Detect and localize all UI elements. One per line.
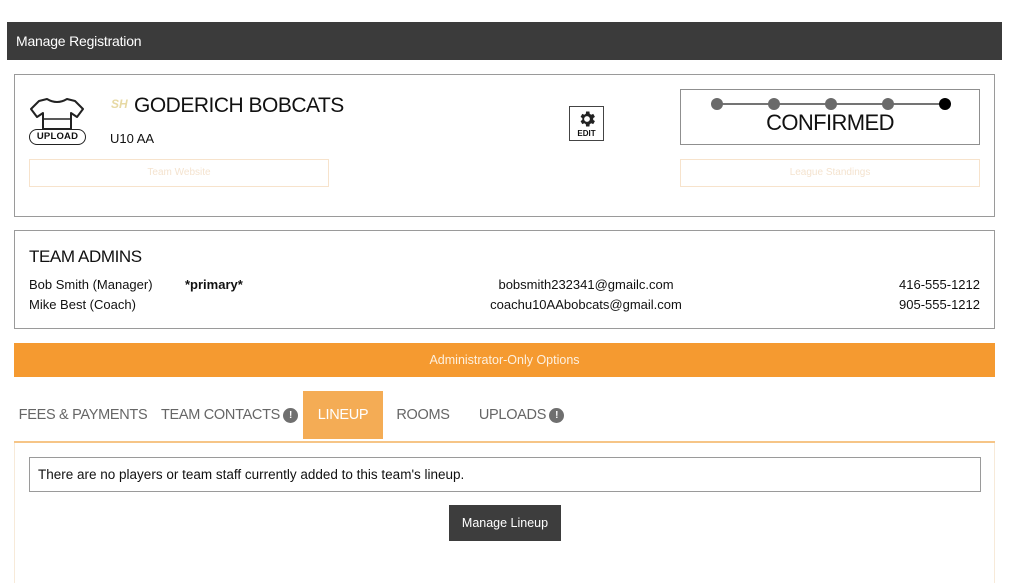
- tab-team-contacts[interactable]: TEAM CONTACTS !: [159, 391, 300, 439]
- lineup-panel: There are no players or team staff curre…: [14, 443, 995, 583]
- lineup-empty-message: There are no players or team staff curre…: [29, 457, 981, 492]
- primary-badge: *primary*: [185, 277, 243, 292]
- admin-options-label: Administrator-Only Options: [429, 353, 580, 367]
- page-header: Manage Registration: [7, 22, 1002, 60]
- registration-status: CONFIRMED: [680, 89, 980, 145]
- team-website-link[interactable]: Team Website: [29, 159, 329, 187]
- league-standings-link[interactable]: League Standings: [680, 159, 980, 187]
- gear-icon: [580, 111, 595, 127]
- page-title: Manage Registration: [16, 33, 142, 49]
- tab-label: UPLOADS: [478, 407, 547, 423]
- progress-step-5: [939, 98, 951, 110]
- registration-tabs: FEES & PAYMENTS TEAM CONTACTS ! LINEUP R…: [14, 391, 995, 443]
- tab-lineup[interactable]: LINEUP: [303, 391, 383, 439]
- edit-label: EDIT: [577, 129, 596, 138]
- team-admins-title: TEAM ADMINS: [29, 247, 142, 266]
- manage-lineup-button[interactable]: Manage Lineup: [449, 505, 561, 541]
- upload-jersey-button[interactable]: UPLOAD: [29, 129, 86, 145]
- tab-label: ROOMS: [396, 407, 450, 423]
- admin-email: bobsmith232341@gmailc.com: [498, 277, 674, 292]
- admin-email: coachu10AAbobcats@gmail.com: [490, 297, 682, 312]
- admin-phone: 905-555-1212: [899, 297, 980, 312]
- admin-row: Mike Best (Coach) coachu10AAbobcats@gmai…: [15, 297, 994, 317]
- tab-uploads[interactable]: UPLOADS !: [469, 391, 574, 439]
- tab-label: TEAM CONTACTS: [160, 407, 281, 423]
- team-card: UPLOAD SH GODERICH BOBCATS U10 AA EDIT C…: [14, 74, 995, 217]
- tab-fees-payments[interactable]: FEES & PAYMENTS: [14, 391, 152, 439]
- progress-step-2: [768, 98, 780, 110]
- team-logo: SH: [111, 97, 128, 111]
- alert-icon: !: [283, 407, 299, 423]
- progress-step-1: [711, 98, 723, 110]
- admin-row: Bob Smith (Manager) *primary* bobsmith23…: [15, 277, 994, 297]
- status-label: CONFIRMED: [766, 110, 894, 135]
- tab-label: LINEUP: [317, 407, 369, 423]
- team-division: U10 AA: [110, 131, 155, 146]
- admin-phone: 416-555-1212: [899, 277, 980, 292]
- progress-step-4: [882, 98, 894, 110]
- tab-rooms[interactable]: ROOMS: [389, 391, 457, 439]
- alert-icon: !: [549, 407, 565, 423]
- admin-options-toggle[interactable]: Administrator-Only Options: [14, 343, 995, 377]
- tab-label: FEES & PAYMENTS: [18, 407, 148, 423]
- team-name: GODERICH BOBCATS: [134, 94, 344, 117]
- admin-name: Mike Best (Coach): [29, 297, 136, 312]
- admin-name: Bob Smith (Manager): [29, 277, 153, 292]
- team-admins-card: TEAM ADMINS Bob Smith (Manager) *primary…: [14, 230, 995, 329]
- edit-team-button[interactable]: EDIT: [569, 106, 604, 141]
- progress-step-3: [825, 98, 837, 110]
